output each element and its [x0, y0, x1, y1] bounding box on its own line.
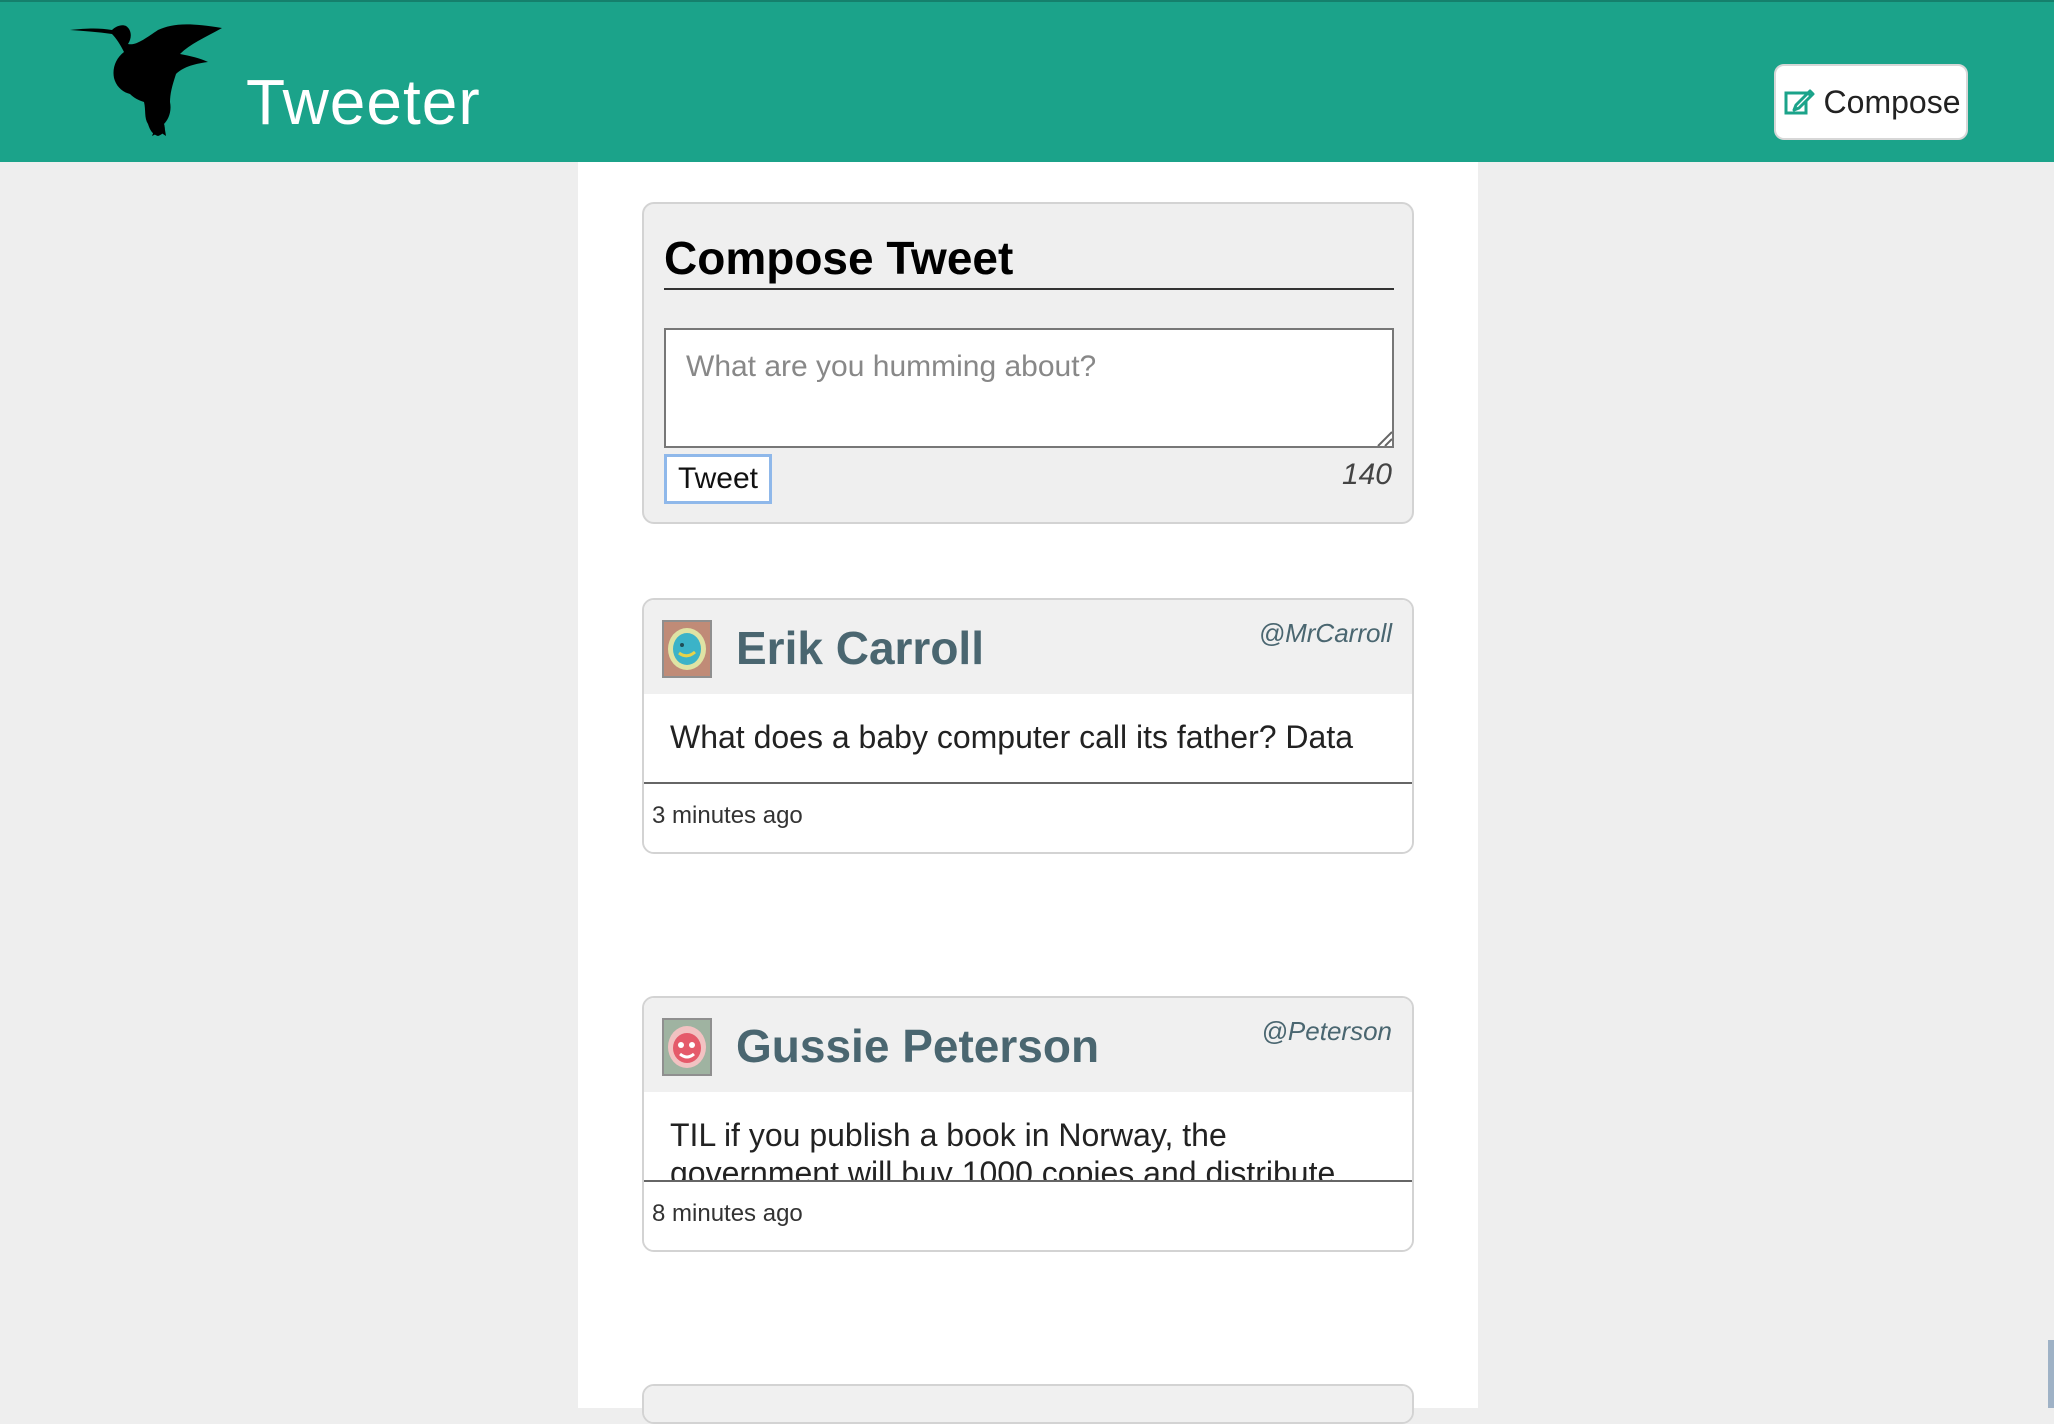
compose-button[interactable]: Compose [1774, 64, 1968, 140]
top-navigation-bar: Tweeter Compose [0, 0, 2054, 162]
blue-face-avatar-icon [662, 620, 712, 678]
tweet-card: Gussie Peterson @Peterson TIL if you pub… [642, 996, 1414, 1252]
resize-grip-icon[interactable] [1376, 430, 1393, 447]
tweet-timestamp: 3 minutes ago [652, 802, 803, 829]
brand-title: Tweeter [246, 66, 481, 138]
tweet-text: What does a baby computer call its fathe… [670, 719, 1354, 755]
compose-tweet-panel: Compose Tweet Tweet 140 [642, 202, 1414, 524]
hummingbird-icon [68, 20, 228, 138]
compose-title: Compose Tweet [664, 230, 1394, 290]
scrollbar-thumb[interactable] [2048, 1340, 2054, 1408]
pink-face-avatar-icon [662, 1018, 712, 1076]
tweet-header: Erik Carroll @MrCarroll [644, 600, 1412, 694]
tweet-textarea[interactable] [664, 328, 1394, 448]
tweet-footer: 8 minutes ago [644, 1180, 1412, 1250]
main-content-column: Compose Tweet Tweet 140 Erik Carroll @Mr [578, 162, 1478, 1424]
edit-icon [1782, 85, 1816, 119]
tweet-card-partial [642, 1384, 1414, 1424]
tweet-timestamp: 8 minutes ago [652, 1200, 803, 1227]
compose-button-label: Compose [1823, 83, 1961, 120]
tweet-card: Erik Carroll @MrCarroll What does a baby… [642, 598, 1414, 854]
tweet-author-handle: @MrCarroll [1258, 618, 1392, 648]
tweet-header [644, 1386, 1412, 1422]
character-counter: 140 [1341, 458, 1392, 491]
tweet-submit-button[interactable]: Tweet [664, 454, 772, 504]
tweet-header: Gussie Peterson @Peterson [644, 998, 1412, 1092]
tweet-author-name: Gussie Peterson [736, 1020, 1100, 1072]
tweet-author-handle: @Peterson [1261, 1016, 1392, 1046]
tweet-footer: 3 minutes ago [644, 782, 1412, 852]
tweet-author-name: Erik Carroll [736, 622, 984, 674]
